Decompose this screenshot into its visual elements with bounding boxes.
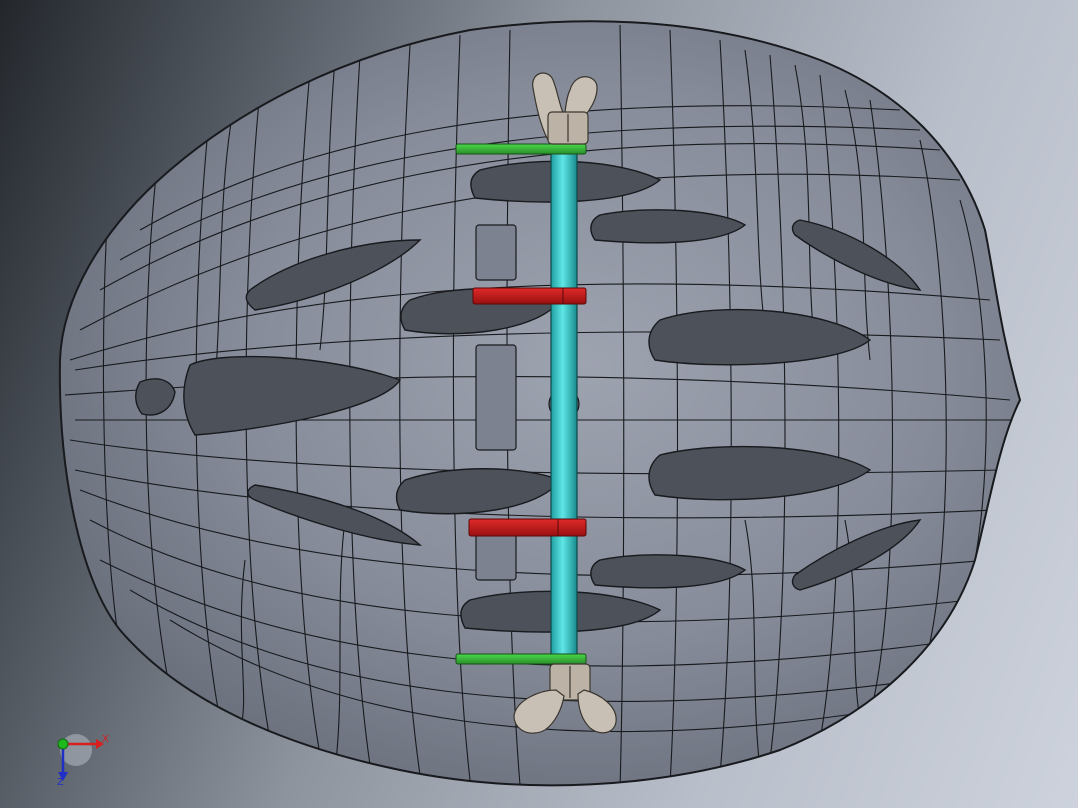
triad-x-label: X: [102, 734, 109, 745]
coordinate-triad: X Z: [50, 728, 120, 792]
triad-z-label: Z: [57, 777, 64, 788]
axle-rod[interactable]: [550, 149, 578, 661]
helmet-shell[interactable]: [58, 20, 1022, 790]
red-clip-lower[interactable]: [468, 518, 587, 537]
green-washer-bottom[interactable]: [455, 653, 587, 665]
helmet-assembly-model[interactable]: [0, 0, 1078, 808]
triad-y-axis: [57, 738, 69, 750]
green-washer-top[interactable]: [455, 143, 587, 155]
red-clip-upper[interactable]: [472, 287, 587, 305]
graphics-viewport[interactable]: X Z: [0, 0, 1078, 808]
